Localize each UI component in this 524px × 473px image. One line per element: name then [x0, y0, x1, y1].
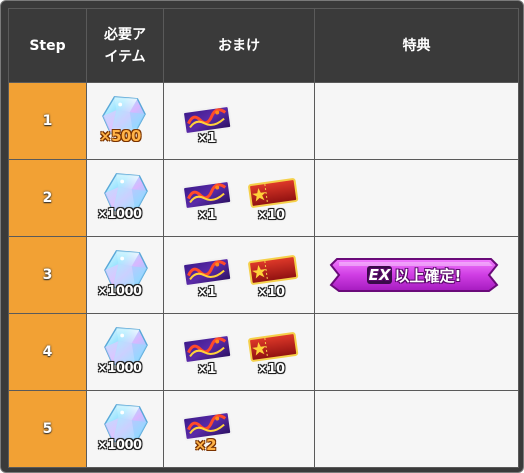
- header-required-item-line1: 必要ア: [104, 26, 146, 43]
- step-number: 3: [8, 236, 87, 314]
- ticket-icon: [180, 255, 234, 287]
- required-item-cell: ×1000: [86, 236, 164, 314]
- header-bonus: おまけ: [163, 8, 315, 83]
- required-item-cell: ×500: [86, 82, 164, 160]
- table-row: 4 ×1000 ×1 ×10: [8, 313, 519, 391]
- crystal-quantity: ×1000: [97, 207, 142, 222]
- table-row: 3 ×1000 ×1 ×10 EX 以上確定!: [8, 236, 519, 314]
- gacha-step-table-frame: Step 必要ア イテム おまけ 特典 1 ×500 ×1 2 ×1000 ×1…: [0, 0, 524, 473]
- table-row: 5 ×1000 ×2: [8, 390, 519, 468]
- crystal-quantity: ×1000: [97, 361, 142, 376]
- bonus-cell: ×1: [163, 82, 315, 160]
- ticket-icon: [180, 178, 234, 210]
- perk-cell: EX 以上確定!: [314, 236, 519, 314]
- required-item-cell: ×1000: [86, 390, 164, 468]
- bonus-cell: ×1 ×10: [163, 236, 315, 314]
- voucher-quantity: ×10: [257, 285, 285, 300]
- crystal-quantity: ×1000: [97, 438, 142, 453]
- ticket-quantity: ×1: [197, 131, 216, 146]
- gacha-step-table: Step 必要ア イテム おまけ 特典 1 ×500 ×1 2 ×1000 ×1…: [8, 8, 519, 468]
- ex-rarity-label: EX: [366, 266, 393, 284]
- perk-cell: [314, 313, 519, 391]
- perk-cell: [314, 82, 519, 160]
- voucher-quantity: ×10: [257, 208, 285, 223]
- bonus-cell: ×1 ×10: [163, 159, 315, 237]
- ticket-quantity: ×1: [197, 285, 216, 300]
- perk-cell: [314, 159, 519, 237]
- step-number: 4: [8, 313, 87, 391]
- star-voucher-icon: [246, 253, 300, 285]
- header-step: Step: [8, 8, 87, 83]
- star-voucher-icon: [246, 330, 300, 362]
- bonus-cell: ×2: [163, 390, 315, 468]
- required-item-cell: ×1000: [86, 159, 164, 237]
- step-number: 2: [8, 159, 87, 237]
- badge-text: EX 以上確定!: [329, 255, 499, 295]
- table-header-row: Step 必要アイテム おまけ 特典: [8, 8, 519, 83]
- bonus-cell: ×1 ×10: [163, 313, 315, 391]
- ticket-icon: [180, 332, 234, 364]
- star-voucher-icon: [246, 176, 300, 208]
- header-required-item: 必要ア イテム: [86, 8, 164, 83]
- voucher-quantity: ×10: [257, 362, 285, 377]
- step-number: 5: [8, 390, 87, 468]
- required-item-cell: ×1000: [86, 313, 164, 391]
- step-number: 1: [8, 82, 87, 160]
- perk-cell: [314, 390, 519, 468]
- header-perk: 特典: [314, 8, 519, 83]
- table-row: 2 ×1000 ×1 ×10: [8, 159, 519, 237]
- crystal-quantity: ×500: [99, 127, 141, 145]
- header-required-item-line2: イテム: [104, 48, 146, 65]
- crystal-quantity: ×1000: [97, 284, 142, 299]
- ex-guarantee-badge: EX 以上確定!: [329, 255, 499, 295]
- ticket-quantity: ×1: [197, 208, 216, 223]
- ticket-quantity: ×1: [197, 362, 216, 377]
- ticket-quantity: ×2: [194, 436, 217, 454]
- table-row: 1 ×500 ×1: [8, 82, 519, 160]
- guarantee-label: 以上確定!: [394, 266, 462, 285]
